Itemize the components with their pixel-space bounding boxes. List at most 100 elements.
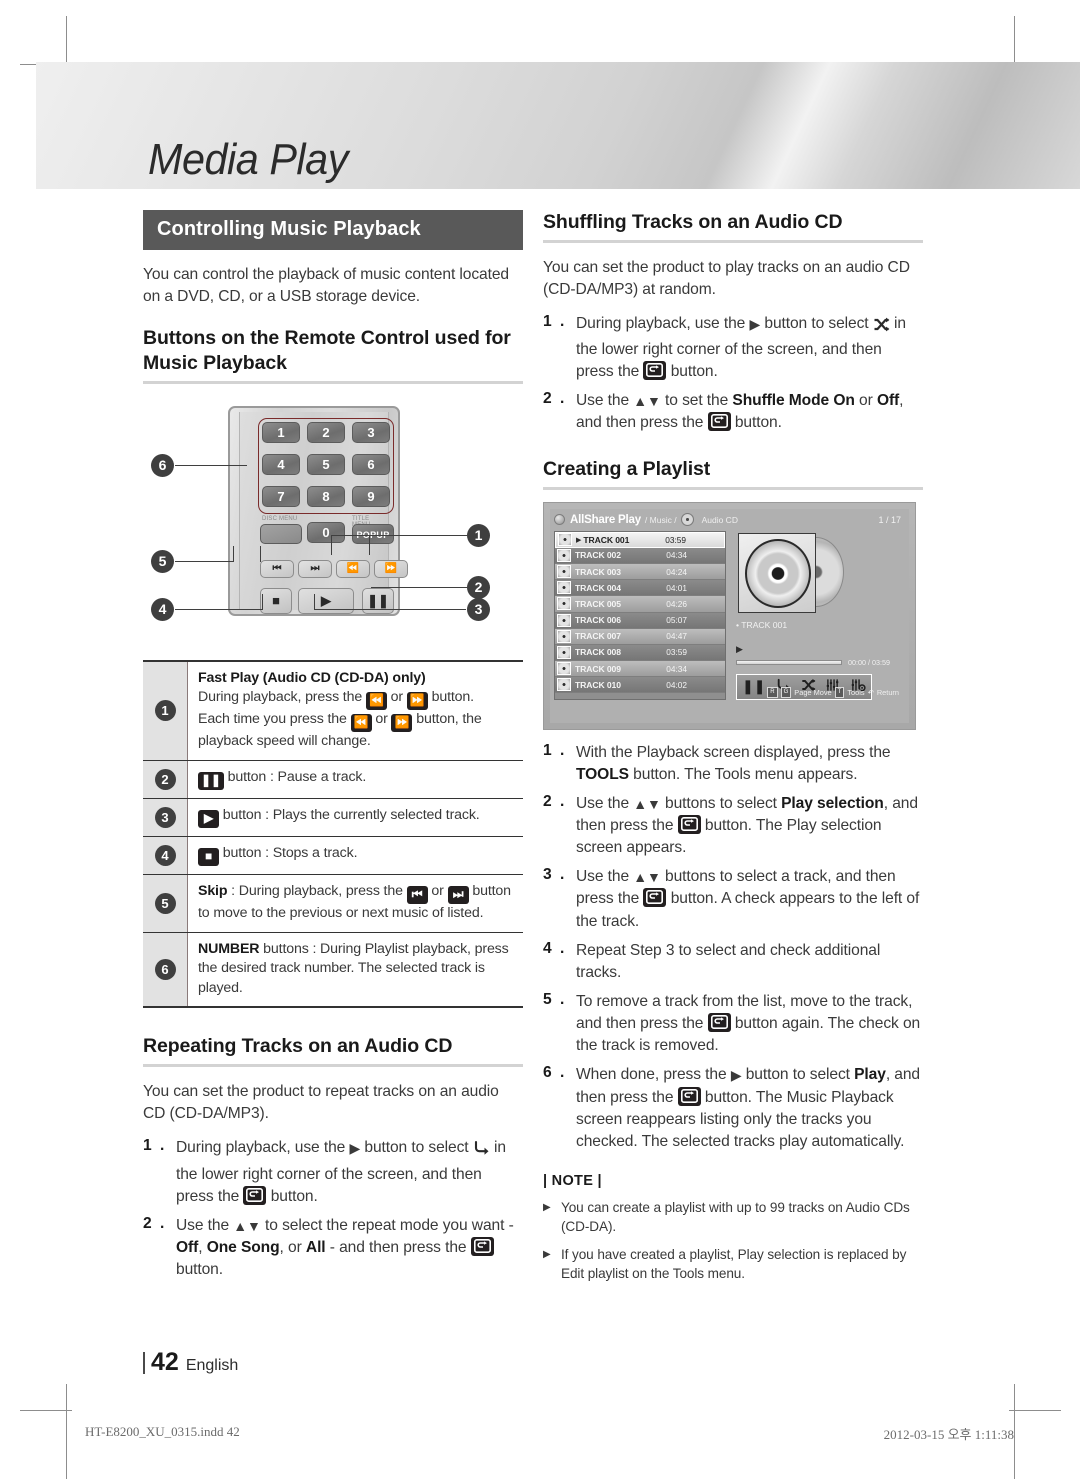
play-icon: ▶	[198, 810, 219, 829]
progress-bar[interactable]	[736, 659, 842, 665]
callout-line-1b	[331, 534, 333, 555]
step-text: When done, press the ▶ button to select …	[576, 1064, 923, 1153]
option-off: Off	[176, 1238, 199, 1256]
repeat-intro-paragraph: You can set the product to repeat tracks…	[143, 1083, 499, 1123]
callout-line-3	[314, 608, 466, 611]
track-name: TRACK 006	[575, 615, 621, 626]
time-display: 00:00 / 03:59	[848, 657, 890, 667]
tv-now-playing-panel: • TRACK 001 ▶ 00:00 / 03:59 ❚❚ R G Page …	[726, 531, 905, 700]
row-badge-6: 6	[154, 959, 176, 981]
label-disc-menu: DISC MENU	[262, 515, 298, 522]
remote-control-figure: 1 2 3 4 5 6 7 8 9 DISC MENU TITLE MENU 0…	[143, 398, 523, 648]
stop-description: button : Stops a track.	[222, 845, 358, 862]
track-row-1[interactable]: ▶ TRACK 001 03:59	[555, 531, 725, 548]
pause-description: button : Pause a track.	[227, 769, 367, 786]
list-item: 5 . To remove a track from the list, mov…	[543, 991, 923, 1057]
album-art	[736, 531, 844, 615]
list-item: 6 . When done, press the ▶ button to sel…	[543, 1064, 923, 1153]
table-row: 6 NUMBER buttons : During Playlist playb…	[143, 932, 523, 1009]
enter-button-icon	[677, 815, 701, 834]
remote-key-2[interactable]: 2	[307, 421, 345, 443]
step-text: Repeat Step 3 to select and check additi…	[576, 941, 881, 981]
track-thumb-icon	[557, 597, 571, 611]
tv-breadcrumb-music: / Music /	[644, 514, 677, 525]
track-row-4[interactable]: TRACK 004 04:01	[555, 580, 725, 597]
tv-legend: R G Page Move T Tools ↶ Return	[767, 686, 899, 698]
table-row: 3 ▶ button : Plays the currently selecte…	[143, 799, 523, 838]
remote-key-8[interactable]: 8	[307, 485, 345, 507]
remote-key-stop[interactable]: ■	[260, 587, 292, 614]
remote-key-9[interactable]: 9	[352, 485, 390, 507]
legend-key-tools: T	[834, 686, 845, 698]
heading-shuffling-tracks: Shuffling Tracks on an Audio CD	[543, 211, 843, 233]
list-item: 4 . Repeat Step 3 to select and check ad…	[543, 940, 923, 984]
row-badge-cell: 6	[143, 932, 188, 1007]
remote-key-disc-menu[interactable]	[260, 523, 302, 544]
step-number: 4 .	[543, 939, 567, 957]
track-row-7[interactable]: TRACK 007 04:47	[555, 628, 725, 645]
right-arrow-icon: ▶	[730, 1067, 742, 1084]
step-text: During playback, use the ▶ button to sel…	[576, 313, 923, 383]
legend-key-green: G	[780, 686, 792, 698]
track-row-3[interactable]: TRACK 003 04:24	[555, 563, 725, 581]
legend-page-move: Page Move	[794, 687, 832, 697]
step-text-a: Use the	[176, 1216, 230, 1234]
step-text-a: During playback, use the	[576, 314, 746, 332]
track-row-10[interactable]: TRACK 010 04:02	[555, 677, 725, 694]
remote-key-7[interactable]: 7	[262, 485, 300, 507]
track-time: 04:01	[666, 582, 687, 593]
step-text-b: to select the repeat mode you want -	[265, 1216, 514, 1234]
row-badge-4: 4	[154, 845, 176, 867]
remote-key-6[interactable]: 6	[352, 453, 390, 475]
track-thumb-icon	[557, 678, 571, 692]
fast-forward-icon: ⏩	[406, 692, 428, 711]
remote-key-fast-forward[interactable]: ⏩	[374, 559, 408, 578]
fast-play-line1b: or	[390, 689, 403, 706]
row-badge-cell: 5	[143, 875, 188, 932]
callout-line-1c	[369, 534, 371, 555]
remote-control-face: 1 2 3 4 5 6 7 8 9 DISC MENU TITLE MENU 0…	[239, 411, 408, 614]
track-time: 04:34	[666, 663, 687, 674]
remote-key-1[interactable]: 1	[262, 421, 300, 443]
list-item: 1 . With the Playback screen displayed, …	[543, 742, 923, 786]
track-thumb-icon	[557, 613, 571, 627]
track-row-2[interactable]: TRACK 002 04:34	[555, 547, 725, 564]
list-item: 1 . During playback, use the ▶ button to…	[543, 313, 923, 383]
track-name: TRACK 009	[575, 663, 621, 674]
disc-case	[738, 532, 816, 613]
up-down-arrows-icon: ▲▼	[233, 1217, 261, 1234]
track-row-8[interactable]: TRACK 008 03:59	[555, 644, 725, 662]
remote-key-5[interactable]: 5	[307, 453, 345, 475]
track-row-6[interactable]: TRACK 006 05:07	[555, 612, 725, 629]
bullet-icon: ▶	[543, 1201, 551, 1213]
track-list[interactable]: ▶ TRACK 001 03:59 TRACK 002 04:34 TRACK …	[554, 530, 726, 700]
fast-play-line1a: During playback, press the	[198, 689, 363, 706]
play-selection-label: Play selection	[781, 794, 884, 812]
legend-return-icon: ↶	[867, 687, 874, 697]
remote-key-skip-forward[interactable]: ⏭	[298, 559, 332, 578]
now-playing-arrow-icon: ▶	[576, 536, 582, 544]
list-item: 2 . Use the ▲▼ buttons to select Play se…	[543, 793, 923, 859]
callout-line-4	[175, 608, 263, 611]
step-number: 1 .	[543, 312, 567, 330]
callout-line-5	[175, 560, 233, 563]
option-off: Off	[876, 392, 900, 410]
table-row: 2 ❚❚ button : Pause a track.	[143, 761, 523, 800]
remote-key-skip-back[interactable]: ⏮	[260, 559, 294, 578]
tv-body: ▶ TRACK 001 03:59 TRACK 002 04:34 TRACK …	[550, 529, 909, 700]
track-row-5[interactable]: TRACK 005 04:26	[555, 596, 725, 613]
track-time: 04:47	[666, 631, 687, 642]
track-row-9[interactable]: TRACK 009 04:34	[555, 661, 725, 678]
track-name: TRACK 001	[583, 534, 630, 545]
remote-key-3[interactable]: 3	[352, 421, 390, 443]
pause-icon[interactable]: ❚❚	[742, 678, 765, 695]
track-name: TRACK 008	[575, 647, 621, 658]
remote-key-rewind[interactable]: ⏪	[336, 559, 370, 578]
legend-return: Return	[876, 687, 899, 697]
remote-key-popup[interactable]: POPUP	[352, 523, 394, 544]
track-name: TRACK 002	[575, 550, 621, 561]
remote-key-4[interactable]: 4	[262, 453, 300, 475]
page-number: 42	[151, 1348, 179, 1376]
remote-key-0[interactable]: 0	[307, 521, 345, 543]
fast-play-title: Fast Play (Audio CD (CD-DA) only)	[198, 669, 426, 686]
